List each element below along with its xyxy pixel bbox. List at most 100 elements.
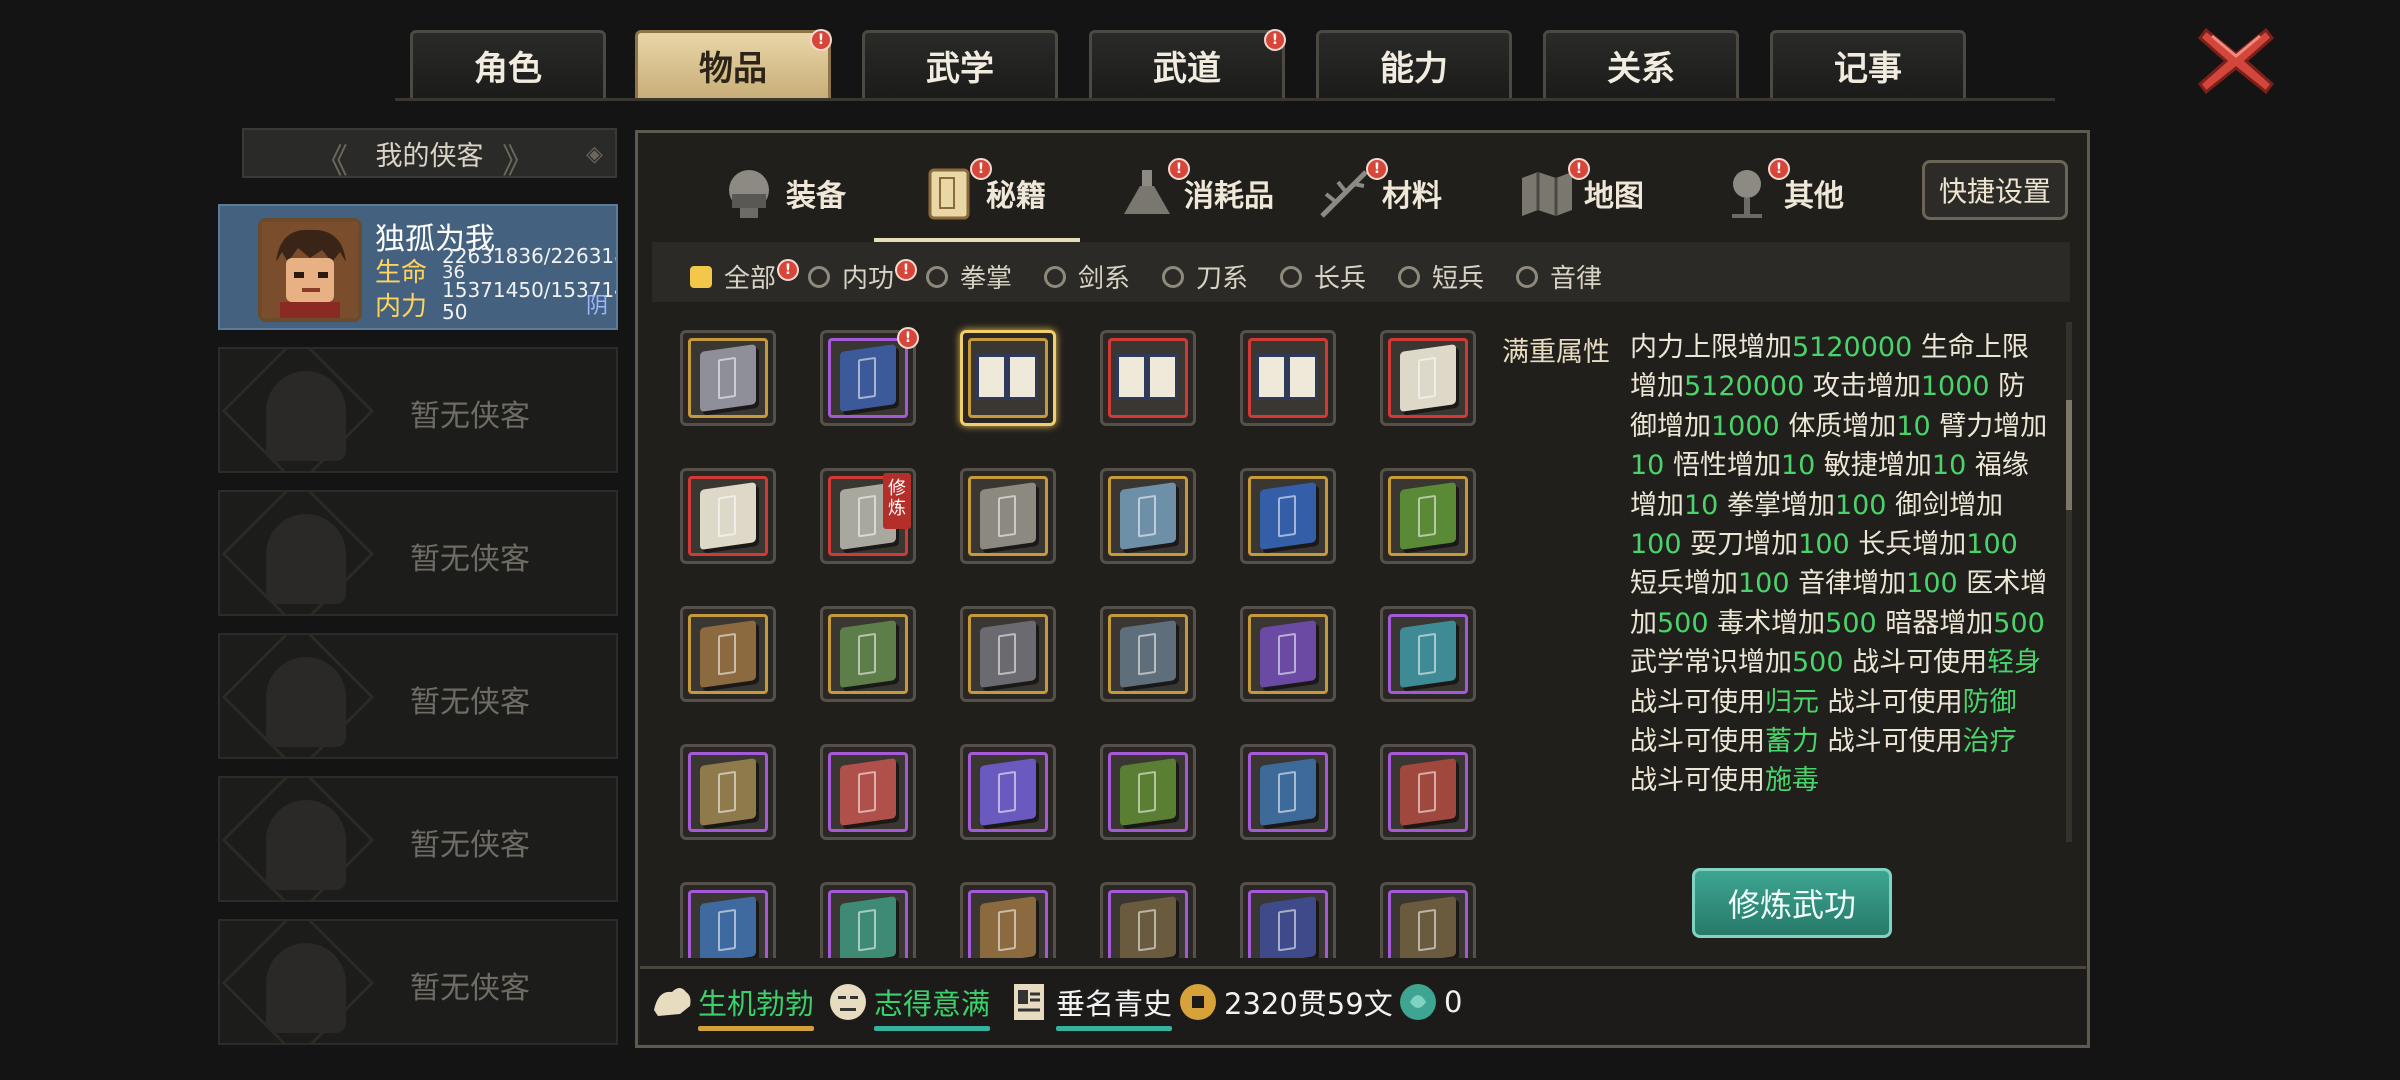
book-icon — [980, 482, 1036, 550]
item-slot[interactable] — [820, 744, 916, 840]
roster-title: 《 我的侠客 》 ◈ — [242, 128, 617, 182]
filter-3[interactable]: 剑系 — [1044, 258, 1130, 295]
item-slot[interactable] — [1100, 468, 1196, 564]
item-frame — [1108, 338, 1188, 418]
close-button[interactable] — [2196, 22, 2276, 100]
category-tab-3[interactable]: ! 材料 — [1316, 148, 1442, 238]
empty-slot[interactable]: 暂无侠客 — [218, 633, 618, 759]
attribute-label: 战斗可使用 — [1630, 765, 1765, 797]
empty-slot[interactable]: 暂无侠客 — [218, 919, 618, 1045]
top-tab-2[interactable]: 武学 — [862, 30, 1058, 98]
attribute-value: 100 — [1834, 489, 1887, 521]
item-slot[interactable]: ! — [820, 327, 919, 426]
item-slot[interactable] — [960, 606, 1056, 702]
chevron-right-icon[interactable]: 》 — [502, 134, 536, 183]
filter-0[interactable]: ! 全部 — [690, 258, 799, 295]
item-slot[interactable] — [1100, 744, 1196, 840]
category-tab-0[interactable]: 装备 — [720, 148, 846, 238]
category-tab-2[interactable]: ! 消耗品 — [1118, 148, 1274, 238]
item-slot[interactable] — [1100, 606, 1196, 702]
attribute-label: 耍刀增加 — [1690, 529, 1799, 561]
book-icon — [1260, 758, 1316, 826]
item-frame — [1388, 476, 1468, 556]
item-slot[interactable] — [1100, 882, 1196, 958]
top-tab-4[interactable]: 能力 — [1316, 30, 1512, 98]
item-slot[interactable] — [680, 468, 776, 564]
item-slot[interactable] — [960, 330, 1056, 426]
quick-settings-button[interactable]: 快捷设置 — [1922, 160, 2068, 220]
attribute-value: 1000 — [1920, 371, 1990, 403]
top-tab-0[interactable]: 角色 — [410, 30, 606, 98]
top-tab-1[interactable]: 物品! — [635, 29, 832, 98]
empty-slot[interactable]: 暂无侠客 — [218, 776, 618, 902]
item-slot[interactable] — [1380, 468, 1476, 564]
item-slot[interactable] — [680, 330, 776, 426]
attribute-value: 5120000 — [1792, 332, 1913, 363]
silhouette-icon — [266, 943, 346, 1033]
item-slot[interactable] — [820, 882, 916, 958]
item-slot[interactable] — [1380, 882, 1476, 958]
top-tab-3[interactable]: 武道! — [1089, 29, 1286, 98]
item-slot[interactable] — [1380, 744, 1476, 840]
item-frame — [1248, 752, 1328, 832]
filter-5[interactable]: 长兵 — [1280, 258, 1366, 295]
item-slot[interactable] — [1240, 468, 1336, 564]
empty-slot[interactable]: 暂无侠客 — [218, 347, 618, 473]
item-frame — [688, 476, 768, 556]
item-slot[interactable] — [1240, 882, 1336, 958]
top-tab-6[interactable]: 记事 — [1770, 30, 1966, 98]
item-slot[interactable] — [960, 744, 1056, 840]
item-slot[interactable] — [1240, 744, 1336, 840]
status-2[interactable]: 垂名青史 — [1008, 980, 1173, 1031]
category-tab-4[interactable]: ! 地图 — [1518, 148, 1644, 238]
item-slot[interactable] — [1380, 606, 1476, 702]
item-slot[interactable] — [1100, 330, 1196, 426]
filter-6[interactable]: 短兵 — [1398, 258, 1484, 295]
hero-slot[interactable]: 独孤为我 生命 22631836/226318 36 内力 15371450/1… — [218, 204, 618, 330]
category-tab-5[interactable]: ! 其他 — [1718, 148, 1844, 238]
item-slot[interactable]: 修炼 — [820, 468, 916, 564]
category-tab-1[interactable]: ! 秘籍 — [920, 148, 1046, 238]
filter-4[interactable]: 刀系 — [1162, 258, 1248, 295]
attribute-label: 毒术增加 — [1717, 607, 1826, 639]
attribute-value: 10 — [1931, 450, 1967, 482]
book-icon — [700, 896, 756, 958]
status-label: 2320贯59文 — [1224, 987, 1393, 1021]
item-frame — [828, 890, 908, 958]
attribute-value: 500 — [1792, 647, 1844, 679]
item-slot[interactable] — [960, 468, 1056, 564]
chevron-left-icon[interactable]: 《 — [314, 134, 348, 183]
item-slot[interactable] — [680, 882, 776, 958]
item-slot[interactable] — [680, 606, 776, 702]
top-tab-5[interactable]: 关系 — [1543, 30, 1739, 98]
item-slot[interactable] — [820, 606, 916, 702]
radio-icon — [1162, 265, 1184, 288]
train-skill-button[interactable]: 修炼武功 — [1692, 868, 1892, 938]
book-icon — [1120, 620, 1176, 688]
item-slot[interactable] — [1380, 330, 1476, 426]
item-slot[interactable] — [680, 744, 776, 840]
status-0[interactable]: 生机勃勃 — [650, 980, 815, 1031]
attribute-label: 战斗可使用 — [1827, 686, 1963, 718]
book-icon — [1260, 896, 1316, 958]
item-slot[interactable] — [1240, 330, 1336, 426]
attribute-value: 100 — [1738, 568, 1790, 600]
empty-slot-label: 暂无侠客 — [410, 542, 530, 577]
status-3[interactable]: 2320贯59文 — [1176, 980, 1393, 1024]
attribute-label: 战斗可使用 — [1827, 726, 1963, 758]
attributes-scroll-thumb[interactable] — [2066, 400, 2072, 510]
book-icon — [1120, 896, 1176, 958]
book-icon — [1400, 482, 1456, 550]
item-slot[interactable] — [1240, 606, 1336, 702]
empty-slot[interactable]: 暂无侠客 — [218, 490, 618, 616]
item-slot[interactable] — [960, 882, 1056, 958]
filter-1[interactable]: ! 内功 — [808, 258, 917, 295]
attribute-value: 500 — [1657, 607, 1709, 639]
notification-badge: ! — [970, 158, 992, 180]
filter-2[interactable]: 拳掌 — [926, 258, 1012, 295]
status-4[interactable]: 0 — [1396, 980, 1462, 1024]
attribute-label: 战斗可使用 — [1852, 647, 1988, 679]
filter-7[interactable]: 音律 — [1516, 258, 1602, 295]
attribute-value: 归元 — [1765, 686, 1819, 718]
status-1[interactable]: 志得意满 — [826, 980, 991, 1031]
